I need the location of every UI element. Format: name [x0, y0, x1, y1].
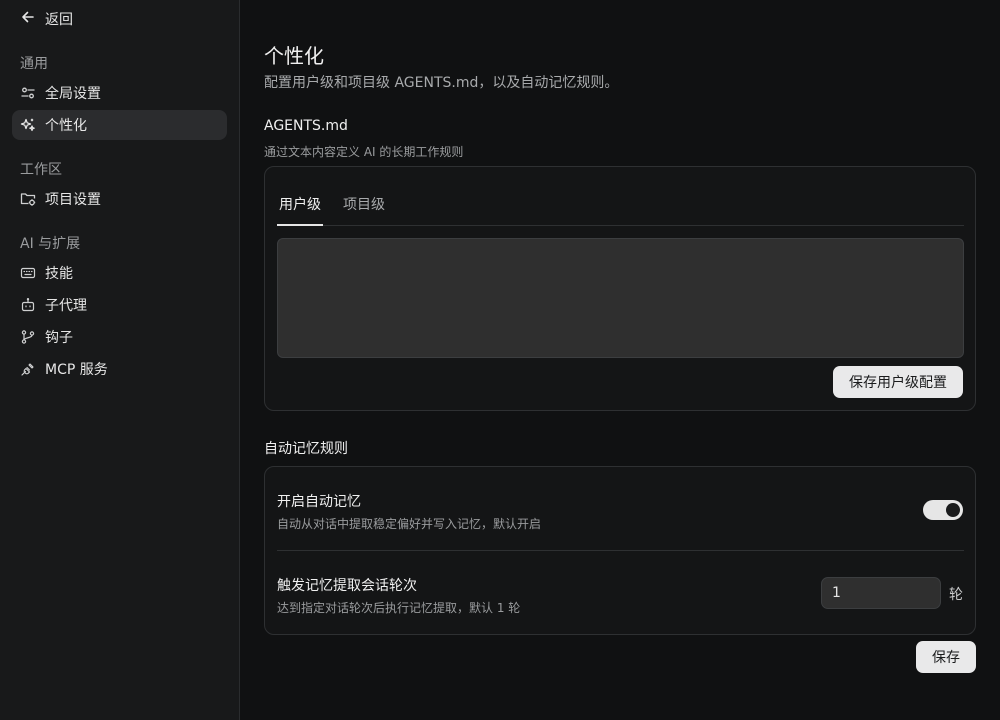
sidebar-item-mcp-services[interactable]: MCP 服务	[12, 354, 227, 384]
sidebar-item-project-settings[interactable]: 项目设置	[12, 184, 227, 214]
section-label-ai-extensions: AI 与扩展	[20, 236, 81, 252]
auto-memory-toggle[interactable]	[923, 500, 963, 520]
sidebar-item-label: 全局设置	[45, 86, 101, 102]
bot-icon	[20, 297, 36, 313]
agents-textarea[interactable]	[277, 238, 964, 358]
tab-user-level[interactable]: 用户级	[277, 185, 323, 226]
section-label-general: 通用	[20, 56, 48, 72]
sliders-icon	[20, 85, 36, 101]
sidebar-item-hooks[interactable]: 钩子	[12, 322, 227, 352]
section-label-workspace: 工作区	[20, 162, 62, 178]
page-subtitle: 配置用户级和项目级 AGENTS.md，以及自动记忆规则。	[264, 75, 619, 91]
divider	[277, 550, 964, 551]
sidebar-item-label: 项目设置	[45, 192, 101, 208]
sidebar-item-label: MCP 服务	[45, 362, 108, 378]
auto-memory-title: 开启自动记忆	[277, 494, 361, 510]
sidebar-item-label: 子代理	[45, 298, 87, 314]
memory-section-title: 自动记忆规则	[264, 441, 348, 457]
save-user-config-button[interactable]: 保存用户级配置	[833, 366, 963, 398]
arrow-left-icon	[20, 9, 36, 29]
page-title: 个性化	[264, 44, 324, 68]
back-button[interactable]: 返回	[20, 8, 73, 30]
sidebar: 返回 通用 全局设置 个性化 工作区 项目设置 AI 与扩展 技能 子代理 钩子…	[0, 0, 240, 720]
sidebar-item-label: 技能	[45, 266, 73, 282]
agents-section-title: AGENTS.md	[264, 118, 348, 134]
trigger-rounds-unit: 轮	[949, 587, 963, 603]
keyboard-icon	[20, 265, 36, 281]
trigger-rounds-title: 触发记忆提取会话轮次	[277, 578, 417, 594]
sidebar-item-skills[interactable]: 技能	[12, 258, 227, 288]
memory-card: 开启自动记忆 自动从对话中提取稳定偏好并写入记忆，默认开启 触发记忆提取会话轮次…	[264, 466, 976, 635]
toggle-knob	[946, 503, 960, 517]
auto-memory-description: 自动从对话中提取稳定偏好并写入记忆，默认开启	[277, 517, 542, 531]
sparkles-icon	[20, 117, 36, 133]
agents-section-description: 通过文本内容定义 AI 的长期工作规则	[264, 145, 464, 159]
save-button[interactable]: 保存	[916, 641, 976, 673]
sidebar-item-global-settings[interactable]: 全局设置	[12, 78, 227, 108]
trigger-rounds-input[interactable]	[821, 577, 941, 609]
plug-icon	[20, 361, 36, 377]
git-branch-icon	[20, 329, 36, 345]
sidebar-item-label: 钩子	[45, 330, 73, 346]
tab-project-level[interactable]: 项目级	[341, 185, 387, 226]
agents-tabs: 用户级 项目级	[277, 185, 964, 226]
back-label: 返回	[45, 12, 73, 28]
sidebar-item-subagents[interactable]: 子代理	[12, 290, 227, 320]
trigger-rounds-description: 达到指定对话轮次后执行记忆提取，默认 1 轮	[277, 601, 521, 615]
agents-card: 用户级 项目级 保存用户级配置	[264, 166, 976, 411]
sidebar-item-label: 个性化	[45, 118, 87, 134]
folder-settings-icon	[20, 191, 36, 207]
sidebar-item-personalization[interactable]: 个性化	[12, 110, 227, 140]
